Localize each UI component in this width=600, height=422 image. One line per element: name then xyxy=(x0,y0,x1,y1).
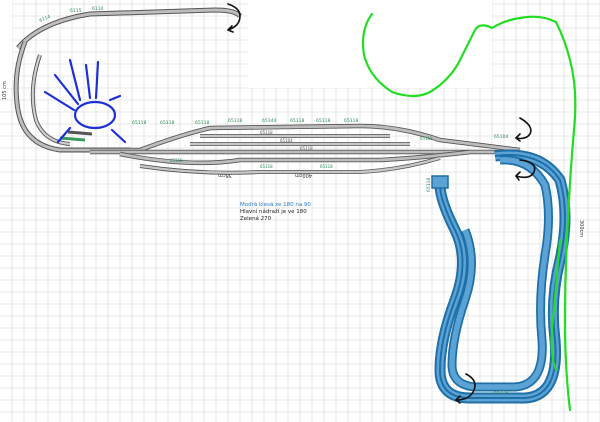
station-inner-label-2: 65104 xyxy=(280,138,293,143)
top-track-label-3: 6114 xyxy=(92,6,104,12)
station-label-2: 65118 xyxy=(160,120,174,126)
station-label-5: 65344 xyxy=(262,118,276,124)
station-bottom-label-1: 65118 xyxy=(170,158,183,163)
track-layout-diagram: 6114 6115 6114 105 cm 65118 65118 65118 … xyxy=(0,0,600,422)
blank-area-top-left xyxy=(0,0,12,88)
station-label-8: 65118 xyxy=(344,118,358,124)
station-bottom-label-2: 65118 xyxy=(260,164,273,169)
station-label-7: 65118 xyxy=(316,118,330,124)
track-layout-canvas: 6114 6115 6114 105 cm 65118 65118 65118 … xyxy=(0,0,600,422)
blue-descending-track: 65118 65118 300cm xyxy=(426,149,584,404)
left-side-label: 105 cm xyxy=(2,81,8,100)
station-label-9: 65104 xyxy=(494,134,508,140)
right-side-label: 300cm xyxy=(578,220,584,237)
station-bottom-label-4: 65118 xyxy=(420,136,433,141)
note-line-1: Modrá klesá ze 180 na 90 xyxy=(240,201,311,208)
blank-area-top xyxy=(248,0,492,88)
station-label-6: 65118 xyxy=(290,118,304,124)
top-lead-track: 6114 6115 6114 xyxy=(16,6,242,50)
note-line-3: Zelená 270 xyxy=(240,215,272,222)
station-inner-label-1: 65118 xyxy=(260,130,273,135)
station-label-3: 65118 xyxy=(195,120,209,126)
dimension-left-label: 38cm xyxy=(218,172,232,178)
blue-bottom-label: 65118 xyxy=(494,390,508,396)
note-line-2: Hlavní nádraží je ve 180 xyxy=(240,208,307,215)
blue-track-end xyxy=(431,175,449,189)
station-bottom-label-3: 65118 xyxy=(320,164,333,169)
station-label-1: 65118 xyxy=(132,120,146,126)
dimension-mid-label: 400cm xyxy=(295,172,312,178)
blue-left-label: 65118 xyxy=(426,178,432,192)
station-inner-label-3: 65118 xyxy=(300,146,313,151)
top-track-label-1: 6114 xyxy=(39,14,52,24)
blue-hand-sketch xyxy=(43,58,127,144)
station-label-4: 65118 xyxy=(228,118,242,124)
top-track-label-2: 6115 xyxy=(70,8,82,14)
